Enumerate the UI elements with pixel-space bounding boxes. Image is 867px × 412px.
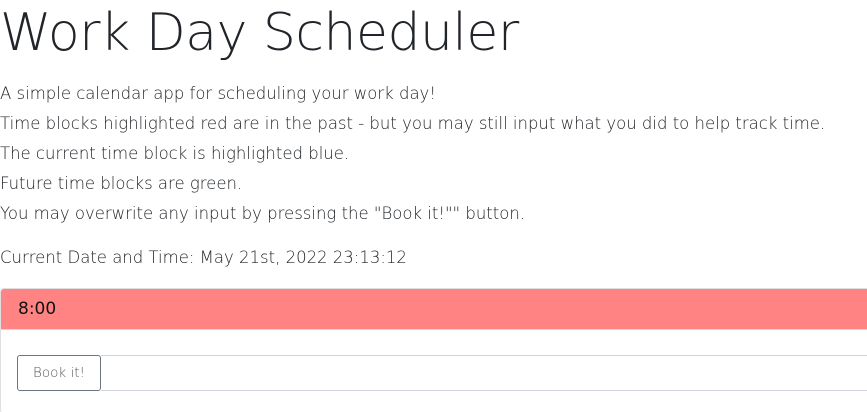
instruction-line: Time blocks highlighted red are in the p… [0, 114, 826, 133]
time-block: 8:00 Book it! [0, 288, 867, 412]
page-title: Work Day Scheduler [0, 3, 519, 63]
instruction-line: Future time blocks are green. [0, 174, 243, 193]
scheduler-page: Work Day Scheduler A simple calendar app… [0, 0, 867, 412]
time-block-entry-input[interactable] [101, 355, 867, 391]
instruction-line: The current time block is highlighted bl… [0, 144, 350, 163]
instruction-line: A simple calendar app for scheduling you… [0, 84, 436, 103]
time-block-body: Book it! [1, 330, 867, 412]
current-datetime: Current Date and Time: May 21st, 2022 23… [0, 248, 407, 267]
instructions: A simple calendar app for scheduling you… [0, 79, 825, 229]
time-block-hour: 8:00 [1, 289, 867, 330]
instruction-line: You may overwrite any input by pressing … [0, 204, 526, 223]
book-it-button[interactable]: Book it! [17, 355, 101, 391]
